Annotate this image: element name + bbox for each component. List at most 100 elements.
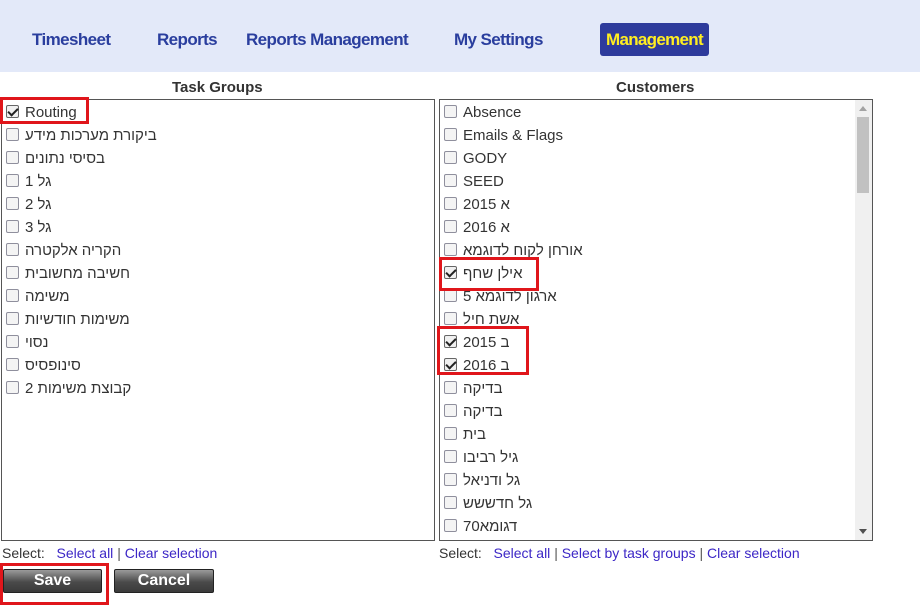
scroll-down-arrow-icon[interactable]: [859, 529, 867, 534]
task-group-row[interactable]: בסיסי נתונים: [6, 150, 105, 173]
customer-checkbox[interactable]: [444, 427, 457, 440]
customers-select-all-link[interactable]: Select all: [493, 545, 550, 561]
customer-checkbox[interactable]: [444, 220, 457, 233]
task-group-row[interactable]: גל 3: [6, 219, 52, 242]
task-group-row[interactable]: גל 1: [6, 173, 52, 196]
customers-listbox[interactable]: Absence Emails & Flags GODY SEED א 2015 א 201…: [439, 99, 873, 541]
customers-clear-selection-link[interactable]: Clear selection: [707, 545, 800, 561]
customer-row[interactable]: גל חדששש: [444, 495, 532, 518]
customer-row[interactable]: בדיקה: [444, 380, 503, 403]
task-group-checkbox[interactable]: [6, 381, 19, 394]
customer-checkbox[interactable]: [444, 128, 457, 141]
customer-row[interactable]: בית: [444, 426, 486, 449]
task-groups-clear-selection-link[interactable]: Clear selection: [125, 545, 218, 561]
task-group-checkbox[interactable]: [6, 197, 19, 210]
customer-checkbox[interactable]: [444, 473, 457, 486]
customer-row[interactable]: ב 2015: [444, 334, 510, 357]
customer-row[interactable]: אשת חיל: [444, 311, 519, 334]
customer-checkbox[interactable]: [444, 151, 457, 164]
task-group-checkbox[interactable]: [6, 128, 19, 141]
task-group-checkbox[interactable]: [6, 243, 19, 256]
task-group-row[interactable]: משימה: [6, 288, 70, 311]
task-group-label: Routing: [25, 104, 77, 121]
customer-row[interactable]: Absence: [444, 104, 521, 127]
task-groups-select-line: Select: Select all | Clear selection: [2, 545, 217, 561]
task-group-row[interactable]: גל 2: [6, 196, 52, 219]
customer-row[interactable]: א 2016: [444, 219, 510, 242]
customer-row[interactable]: Emails & Flags: [444, 127, 563, 150]
task-group-checkbox[interactable]: [6, 312, 19, 325]
task-group-checkbox[interactable]: [6, 220, 19, 233]
customer-checkbox[interactable]: [444, 289, 457, 302]
task-groups-header: Task Groups: [172, 79, 263, 96]
save-button[interactable]: Save: [3, 569, 102, 593]
task-group-checkbox[interactable]: [6, 289, 19, 302]
customer-row[interactable]: SEED: [444, 173, 504, 196]
customer-row[interactable]: GODY: [444, 150, 507, 173]
task-group-checkbox[interactable]: [6, 105, 19, 118]
nav-management-label: Management: [606, 30, 704, 49]
task-group-label: חשיבה מחשובית: [25, 265, 131, 282]
task-group-row[interactable]: חשיבה מחשובית: [6, 265, 130, 288]
task-group-checkbox[interactable]: [6, 266, 19, 279]
customer-row[interactable]: דגומא70: [444, 518, 518, 540]
customer-row[interactable]: אורחן לקוח לדוגמא: [444, 242, 583, 265]
task-groups-listbox[interactable]: Routing ביקורת מערכות מידע בסיסי נתונים גל …: [1, 99, 435, 541]
customers-scrollbar[interactable]: [855, 100, 872, 540]
task-group-checkbox[interactable]: [6, 335, 19, 348]
nav-reports-management[interactable]: Reports Management: [246, 30, 409, 50]
customer-checkbox[interactable]: [444, 450, 457, 463]
scrollbar-thumb[interactable]: [857, 117, 869, 193]
customer-row[interactable]: גיל רביבו: [444, 449, 518, 472]
task-group-row[interactable]: Routing: [6, 104, 77, 127]
task-group-label: סינופסיס: [25, 357, 81, 374]
customer-label: Absence: [463, 104, 522, 121]
customer-label: בדיקה: [463, 380, 503, 397]
task-groups-select-all-link[interactable]: Select all: [56, 545, 113, 561]
customer-checkbox[interactable]: [444, 358, 457, 371]
task-group-label: קבוצת משימות 2: [25, 380, 132, 397]
customer-row[interactable]: ארגון לדוגמא 5: [444, 288, 557, 311]
customer-label: אילן שחף: [463, 265, 523, 282]
task-group-row[interactable]: קבוצת משימות 2: [6, 380, 131, 403]
customer-checkbox[interactable]: [444, 105, 457, 118]
customer-checkbox[interactable]: [444, 496, 457, 509]
cancel-button[interactable]: Cancel: [114, 569, 214, 593]
task-group-checkbox[interactable]: [6, 174, 19, 187]
scroll-up-arrow-icon[interactable]: [859, 106, 867, 111]
customer-checkbox[interactable]: [444, 404, 457, 417]
task-group-row[interactable]: סינופסיס: [6, 357, 81, 380]
task-group-row[interactable]: ביקורת מערכות מידע: [6, 127, 157, 150]
task-group-label: גל 3: [25, 219, 52, 236]
task-group-row[interactable]: משימות חודשיות: [6, 311, 130, 334]
customer-label: Emails & Flags: [463, 127, 564, 144]
customer-checkbox[interactable]: [444, 243, 457, 256]
customer-label: אשת חיל: [463, 311, 520, 328]
customer-checkbox[interactable]: [444, 335, 457, 348]
customer-label: דגומא70: [463, 518, 518, 535]
customers-select-by-task-groups-link[interactable]: Select by task groups: [562, 545, 696, 561]
customer-label: בית: [463, 426, 486, 443]
customer-row[interactable]: א 2015: [444, 196, 510, 219]
customer-checkbox[interactable]: [444, 266, 457, 279]
customer-row[interactable]: בדיקה: [444, 403, 503, 426]
task-group-row[interactable]: הקריה אלקטרה: [6, 242, 121, 265]
customer-label: אורחן לקוח לדוגמא: [463, 242, 583, 259]
task-group-checkbox[interactable]: [6, 151, 19, 164]
nav-management-active[interactable]: Management: [600, 23, 709, 56]
customer-row[interactable]: ב 2016: [444, 357, 510, 380]
task-group-checkbox[interactable]: [6, 358, 19, 371]
customer-checkbox[interactable]: [444, 381, 457, 394]
top-navigation-bar: Timesheet Reports Reports Management My …: [0, 0, 920, 72]
customer-checkbox[interactable]: [444, 174, 457, 187]
task-group-label: נסוי: [25, 334, 49, 351]
customer-checkbox[interactable]: [444, 519, 457, 532]
customer-checkbox[interactable]: [444, 312, 457, 325]
customer-row[interactable]: אילן שחף: [444, 265, 523, 288]
customer-row[interactable]: גל ודניאל: [444, 472, 520, 495]
nav-reports[interactable]: Reports: [157, 30, 218, 50]
customer-checkbox[interactable]: [444, 197, 457, 210]
nav-timesheet[interactable]: Timesheet: [32, 30, 111, 50]
nav-my-settings[interactable]: My Settings: [454, 30, 543, 50]
task-group-row[interactable]: נסוי: [6, 334, 48, 357]
